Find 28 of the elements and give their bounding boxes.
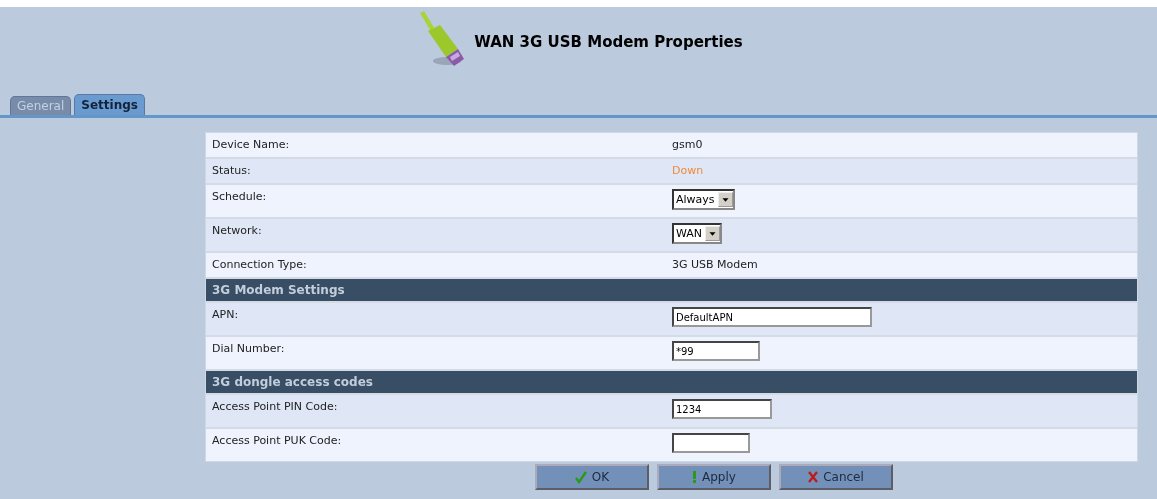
section-header: 3G dongle access codes (206, 371, 1137, 393)
action-button[interactable]: Cancel (779, 464, 893, 490)
field-label: Connection Type: (211, 258, 308, 271)
input-field[interactable] (672, 433, 750, 453)
action-button[interactable]: Apply (657, 464, 771, 490)
tab[interactable]: Settings (74, 94, 145, 115)
page-title: WAN 3G USB Modem Properties (474, 33, 743, 51)
field-value: gsm0 (672, 138, 703, 151)
field-label: Schedule: (211, 190, 268, 203)
cross-icon (808, 471, 819, 483)
field-label: Access Point PIN Code: (211, 400, 339, 413)
field-label: APN: (211, 308, 240, 321)
input-field[interactable]: 1234 (672, 399, 772, 419)
input-field[interactable]: DefaultAPN (672, 307, 872, 327)
exclamation-icon (692, 471, 698, 483)
dropdown[interactable]: WAN (672, 223, 723, 244)
field-label: Status: (211, 164, 252, 177)
section-header: 3G Modem Settings (206, 279, 1137, 301)
field-label: Access Point PUK Code: (211, 434, 343, 447)
status-value: Down (672, 164, 704, 177)
action-button[interactable]: OK (535, 464, 649, 490)
field-label: Dial Number: (211, 342, 286, 355)
field-label: Device Name: (211, 138, 291, 151)
dropdown[interactable]: Always (672, 189, 735, 210)
field-label: Network: (211, 224, 263, 237)
field-value: 3G USB Modem (672, 258, 758, 271)
input-field[interactable]: *99 (672, 341, 760, 361)
check-icon (574, 470, 587, 484)
